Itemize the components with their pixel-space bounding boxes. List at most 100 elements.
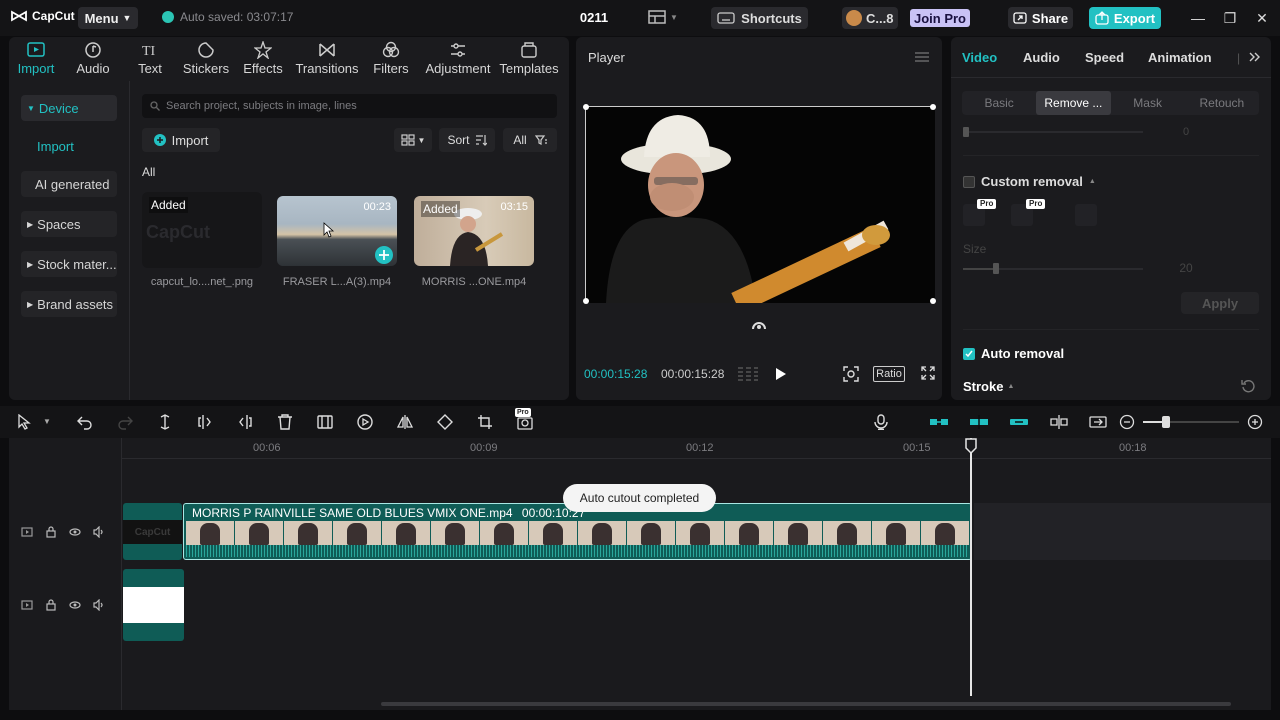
tab-stickers[interactable]: Stickers [177, 37, 235, 79]
stroke-row[interactable]: Stroke ▲ [963, 379, 1014, 394]
play-icon[interactable] [775, 367, 787, 381]
search-input[interactable]: Search project, subjects in image, lines [142, 94, 557, 118]
tab-video[interactable]: Video [962, 50, 997, 65]
select-cursor-icon[interactable] [17, 414, 33, 430]
sort-button[interactable]: Sort [439, 128, 495, 152]
media-item-1[interactable]: CapCut Added [142, 192, 262, 268]
fit-screen-icon[interactable] [843, 366, 859, 382]
preview-axis-icon[interactable] [1049, 414, 1069, 430]
chevron-double-right-icon[interactable] [1249, 52, 1261, 62]
zoom-out-icon[interactable] [1119, 414, 1135, 430]
sidebar-item-import[interactable]: Import [21, 133, 117, 159]
logo-clip[interactable]: CapCut [123, 503, 182, 560]
tab-templates[interactable]: Templates [497, 37, 561, 79]
tab-transitions[interactable]: Transitions [291, 37, 363, 79]
apply-button[interactable]: Apply [1181, 292, 1259, 314]
fullscreen-icon[interactable] [921, 366, 935, 380]
subtab-remove-background[interactable]: Remove ... [1036, 91, 1111, 115]
custom-removal-row[interactable]: Custom removal ▲ [963, 174, 1096, 189]
undo-icon[interactable] [77, 414, 93, 430]
tab-animation[interactable]: Animation [1148, 50, 1212, 65]
lock-icon[interactable] [45, 599, 57, 611]
import-button[interactable]: Import [142, 128, 220, 152]
playhead-handle-icon[interactable] [965, 438, 977, 454]
reset-tool[interactable] [1075, 204, 1097, 226]
export-button[interactable]: Export [1089, 7, 1161, 29]
crop-icon[interactable] [477, 414, 493, 430]
join-pro-button[interactable]: Join Pro [910, 9, 970, 27]
track-cover-icon[interactable] [21, 599, 33, 611]
layout-button[interactable]: ▼ [648, 10, 678, 24]
project-name[interactable]: 0211 [570, 10, 618, 25]
reset-icon[interactable] [1241, 379, 1255, 393]
zoom-slider-thumb[interactable] [1162, 416, 1170, 428]
mirror-icon[interactable] [397, 414, 413, 430]
media-item-3[interactable]: Added 03:15 [414, 196, 534, 266]
sidebar-item-spaces[interactable]: ▶ Spaces [21, 211, 117, 237]
slider-track[interactable] [963, 131, 1143, 133]
microphone-icon[interactable] [873, 414, 889, 430]
media-item-2[interactable]: 00:23 [277, 196, 397, 266]
add-to-timeline-icon[interactable] [375, 246, 393, 264]
sidebar-item-device[interactable]: ▼ Device [21, 95, 117, 121]
tab-text[interactable]: TI Text [123, 37, 177, 79]
tab-audio[interactable]: Audio [63, 37, 123, 79]
ratio-button[interactable]: Ratio [873, 366, 905, 382]
tab-speed[interactable]: Speed [1085, 50, 1124, 65]
timeline[interactable]: 00:06 00:09 00:12 00:15 00:18 CapCut MOR… [9, 438, 1271, 710]
lock-icon[interactable] [45, 526, 57, 538]
tab-effects[interactable]: Effects [235, 37, 291, 79]
split-left-icon[interactable] [197, 414, 213, 430]
subtab-retouch[interactable]: Retouch [1185, 91, 1259, 115]
link-icon[interactable] [1009, 414, 1029, 430]
tab-audio-inspector[interactable]: Audio [1023, 50, 1060, 65]
size-slider-thumb[interactable] [993, 263, 999, 274]
filter-button[interactable]: All [503, 128, 557, 152]
image-clip[interactable] [123, 569, 184, 641]
split-right-icon[interactable] [237, 414, 253, 430]
eye-icon[interactable] [69, 599, 81, 611]
volume-icon[interactable] [93, 599, 105, 611]
rotate-icon[interactable] [751, 319, 767, 331]
resize-handle[interactable] [930, 104, 936, 110]
redo-icon[interactable] [117, 414, 133, 430]
resize-handle[interactable] [583, 104, 589, 110]
reverse-icon[interactable] [357, 414, 373, 430]
subtab-basic[interactable]: Basic [962, 91, 1036, 115]
hamburger-icon[interactable] [915, 52, 929, 62]
chevron-down-icon[interactable]: ▼ [43, 417, 51, 426]
filmstrip-icon[interactable] [737, 366, 759, 382]
size-value[interactable]: 20 [1151, 259, 1221, 277]
tab-adjustment[interactable]: Adjustment [419, 37, 497, 79]
resize-handle[interactable] [930, 298, 936, 304]
volume-icon[interactable] [93, 526, 105, 538]
slider-thumb[interactable] [963, 127, 969, 137]
shortcuts-button[interactable]: Shortcuts [711, 7, 808, 29]
track-cover-icon[interactable] [21, 526, 33, 538]
timeline-scrollbar[interactable] [381, 702, 1231, 706]
sidebar-item-ai-generated[interactable]: AI generated [21, 171, 117, 197]
sidebar-item-brand-assets[interactable]: ▶ Brand assets [21, 291, 117, 317]
delete-icon[interactable] [277, 414, 293, 430]
video-preview[interactable] [583, 104, 936, 304]
tab-import[interactable]: Import [9, 37, 63, 79]
slider-value[interactable]: 0 [1151, 123, 1221, 141]
auto-removal-checkbox[interactable] [963, 347, 975, 360]
sidebar-item-stock-material[interactable]: ▶ Stock mater... [21, 251, 117, 277]
tab-filters[interactable]: Filters [363, 37, 419, 79]
share-button[interactable]: Share [1008, 7, 1073, 29]
fit-timeline-icon[interactable] [1089, 414, 1107, 430]
custom-removal-checkbox[interactable] [963, 175, 975, 188]
split-icon[interactable] [157, 414, 173, 430]
eye-icon[interactable] [69, 526, 81, 538]
minimize-icon[interactable]: — [1190, 10, 1206, 26]
close-icon[interactable]: ✕ [1254, 10, 1270, 26]
restore-icon[interactable]: ❐ [1222, 10, 1238, 26]
menu-button[interactable]: Menu ▼ [78, 7, 138, 29]
rotate-clip-icon[interactable] [437, 414, 453, 430]
view-mode-button[interactable]: ▼ [394, 128, 432, 152]
subtab-mask[interactable]: Mask [1111, 91, 1185, 115]
auto-removal-row[interactable]: Auto removal [963, 346, 1064, 361]
playhead[interactable] [970, 438, 972, 696]
resize-handle[interactable] [583, 298, 589, 304]
